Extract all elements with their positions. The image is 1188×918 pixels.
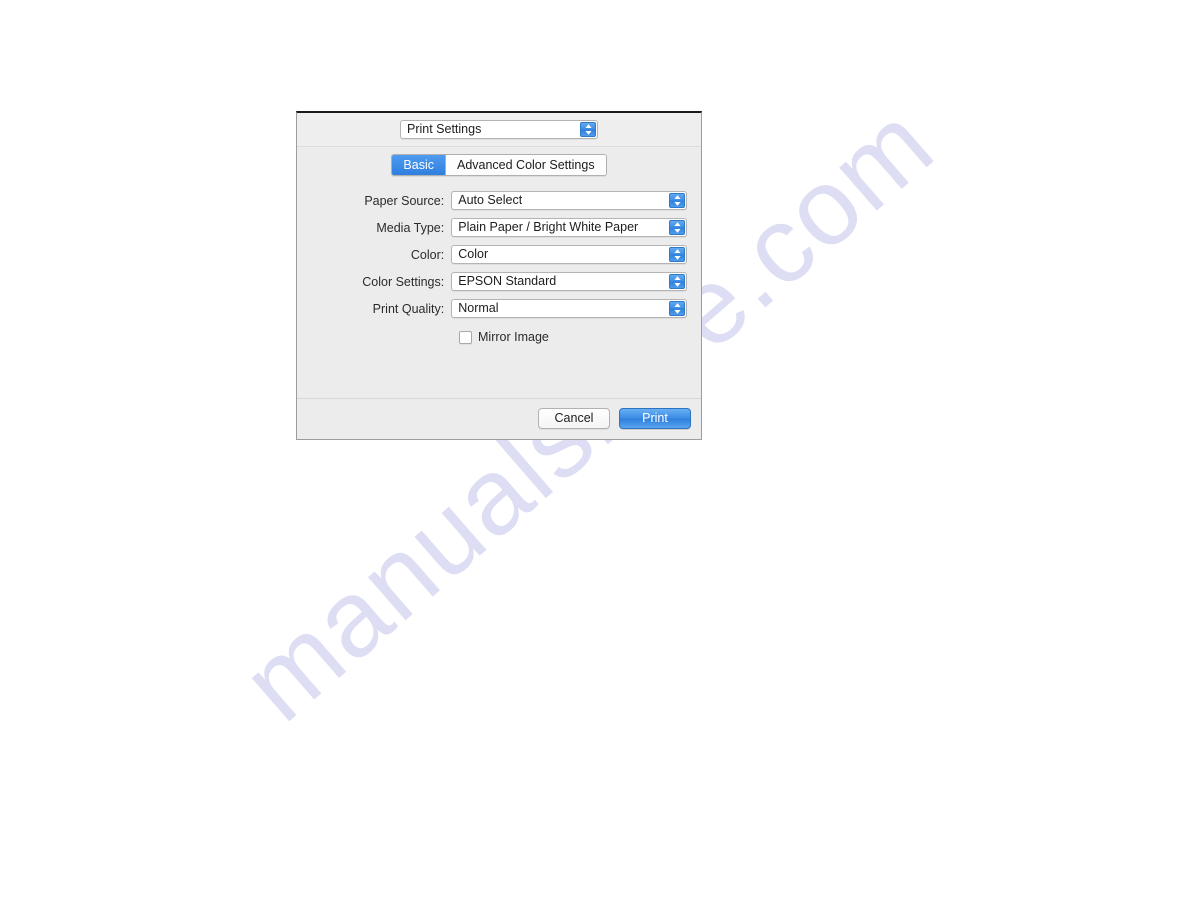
row-media-type: Media Type: Plain Paper / Bright White P… (297, 214, 687, 241)
print-settings-form: Paper Source: Auto Select Media Type: Pl… (297, 187, 701, 350)
print-settings-popup-value: Print Settings (407, 122, 482, 136)
print-quality-popup-button[interactable]: Normal (451, 299, 687, 318)
print-quality-value: Normal (458, 301, 499, 315)
tab-advanced-color-settings[interactable]: Advanced Color Settings (444, 155, 606, 175)
media-type-label: Media Type: (376, 220, 445, 235)
stepper-updown-icon[interactable] (580, 122, 596, 137)
row-color: Color: Color (297, 241, 687, 268)
row-print-quality: Print Quality: Normal (297, 295, 687, 322)
media-type-popup-button[interactable]: Plain Paper / Bright White Paper (451, 218, 687, 237)
print-settings-popup-button[interactable]: Print Settings (400, 120, 598, 139)
mirror-image-checkbox[interactable] (459, 330, 472, 344)
color-popup-button[interactable]: Color (451, 245, 687, 264)
color-label: Color: (410, 247, 445, 262)
paper-source-label: Paper Source: (364, 193, 445, 208)
cancel-button-label: Cancel (554, 411, 594, 425)
row-paper-source: Paper Source: Auto Select (297, 187, 687, 214)
color-value: Color (458, 247, 489, 261)
paper-source-popup-button[interactable]: Auto Select (451, 191, 687, 210)
color-settings-label: Color Settings: (362, 274, 445, 289)
print-quality-label: Print Quality: (372, 301, 445, 316)
stepper-updown-icon[interactable] (669, 274, 685, 289)
print-settings-dialog: Print Settings Basic Advanced Color Sett… (296, 111, 702, 440)
stepper-updown-icon[interactable] (669, 220, 685, 235)
media-type-value: Plain Paper / Bright White Paper (458, 220, 639, 234)
mirror-image-label: Mirror Image (478, 330, 549, 344)
stepper-updown-icon[interactable] (669, 247, 685, 262)
dialog-button-bar: Cancel Print (297, 397, 701, 439)
settings-tab-group: Basic Advanced Color Settings (391, 154, 607, 176)
paper-source-value: Auto Select (458, 193, 523, 207)
row-color-settings: Color Settings: EPSON Standard (297, 268, 687, 295)
color-settings-value: EPSON Standard (458, 274, 557, 288)
row-mirror-image: Mirror Image (297, 324, 687, 350)
tab-basic-label: Basic (403, 158, 434, 172)
print-button[interactable]: Print (619, 407, 691, 429)
print-button-label: Print (642, 411, 668, 425)
cancel-button[interactable]: Cancel (538, 407, 610, 429)
stepper-updown-icon[interactable] (669, 301, 685, 316)
color-settings-popup-button[interactable]: EPSON Standard (451, 272, 687, 291)
tab-advanced-color-settings-label: Advanced Color Settings (456, 158, 595, 172)
tab-basic[interactable]: Basic (392, 155, 445, 175)
settings-tab-row: Basic Advanced Color Settings (297, 154, 701, 176)
dialog-header: Print Settings (297, 113, 701, 147)
stepper-updown-icon[interactable] (669, 193, 685, 208)
